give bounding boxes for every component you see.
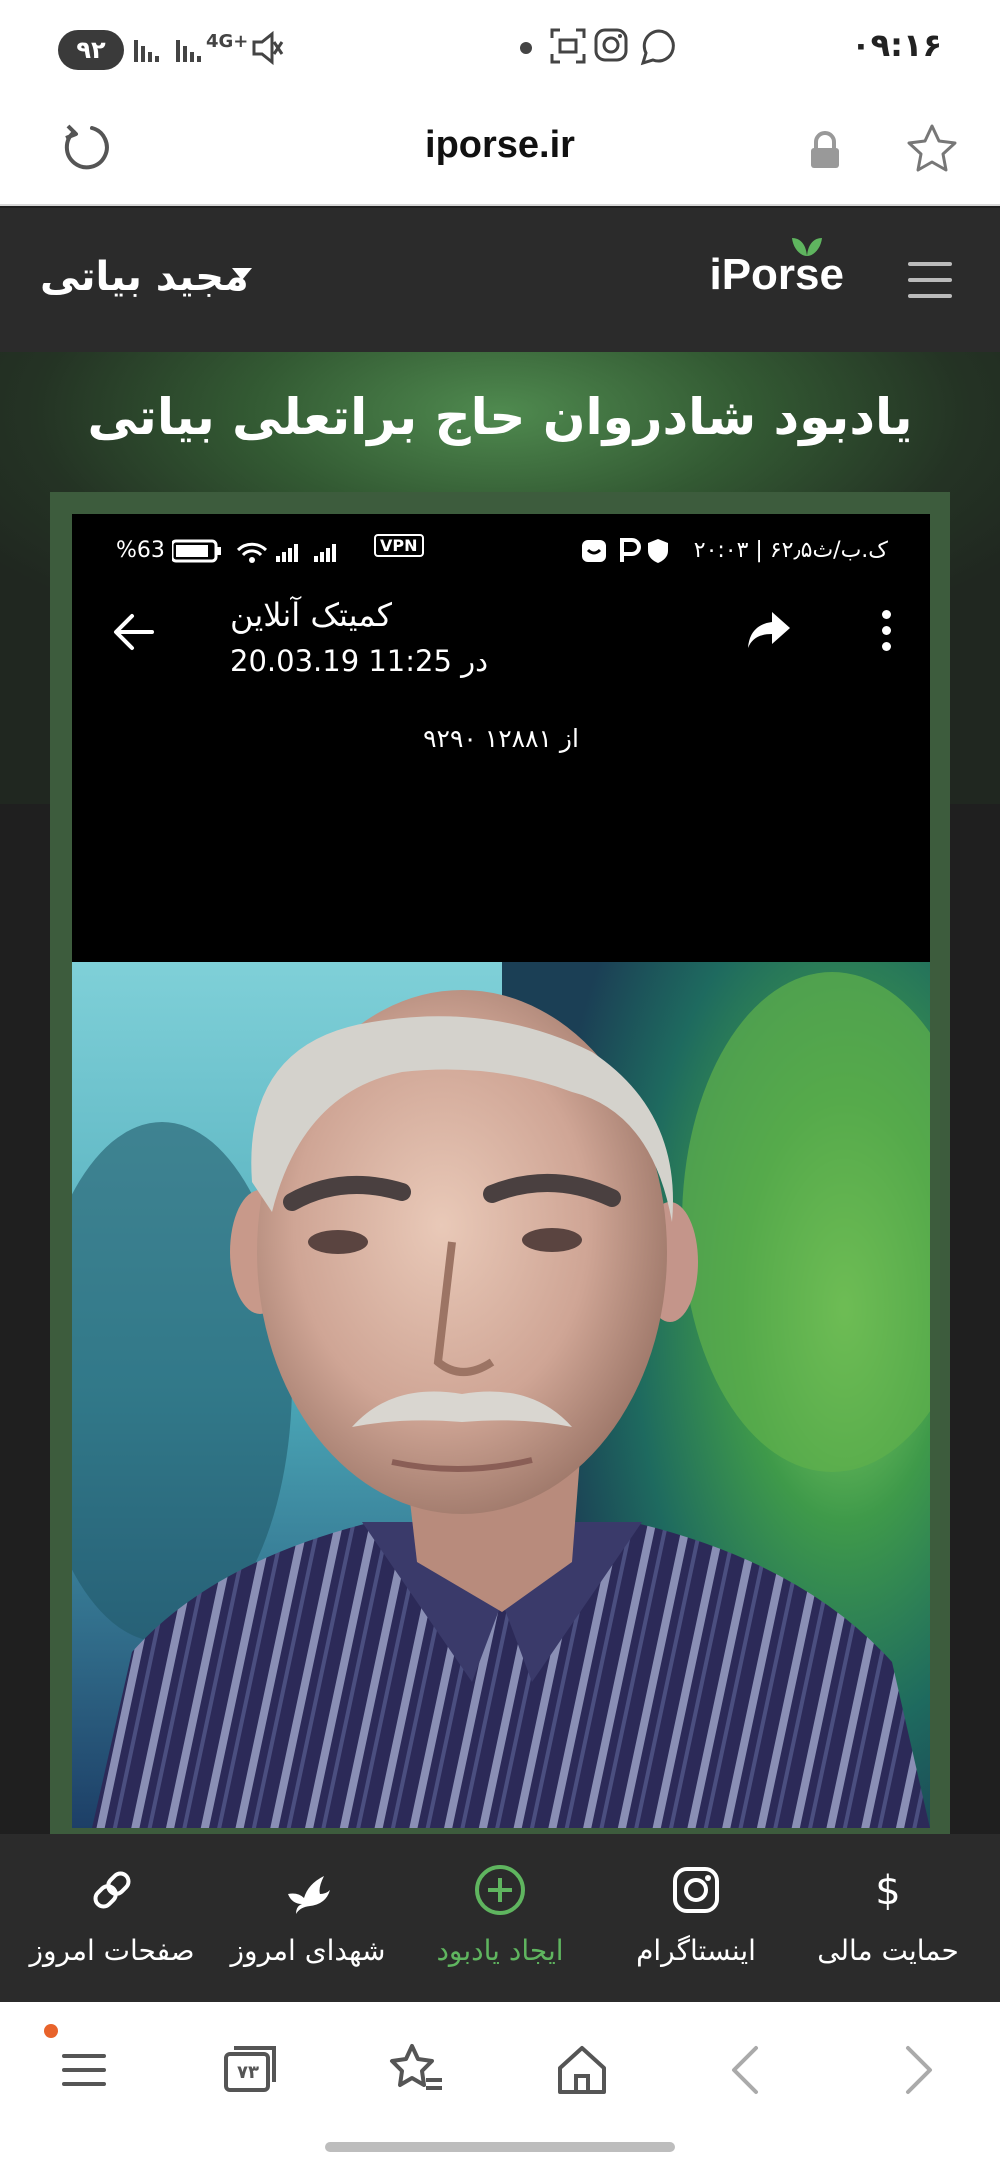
nav-label-martyrs: شهدای امروز <box>230 1934 386 1967</box>
tabs-button[interactable]: ۷۳ <box>220 2040 280 2100</box>
network-type: 4G+ <box>206 31 249 52</box>
nav-label-donate: حمایت مالی <box>817 1934 959 1967</box>
embedded-battery-icon <box>170 536 362 572</box>
portrait-photo <box>72 962 930 1828</box>
nav-instagram[interactable]: اینستاگرام <box>598 1834 794 2002</box>
mute-icon <box>252 28 284 81</box>
nav-pages-today[interactable]: صفحات امروز <box>14 1834 210 2002</box>
embedded-status-bar: %63 VPN ۲۰:۰۳ | ۶۲٫۵ک.ب/ث <box>72 532 930 572</box>
embedded-notification-icons <box>580 536 680 572</box>
site-header: مجید بیاتی iPorse <box>0 208 1000 352</box>
embedded-speed-time: ۲۰:۰۳ | ۶۲٫۵ک.ب/ث <box>693 538 888 563</box>
forward-icon[interactable] <box>886 2040 946 2100</box>
embedded-vpn-badge: VPN <box>374 534 424 557</box>
post-author: کمیتک آنلاین <box>230 596 393 634</box>
browser-menu-icon[interactable] <box>54 2040 114 2100</box>
lock-icon[interactable] <box>808 130 842 170</box>
svg-text:$: $ <box>875 1868 900 1914</box>
instagram-icon <box>670 1864 722 1916</box>
hamburger-menu-icon[interactable] <box>908 262 952 298</box>
tabs-count: ۷۳ <box>237 2062 259 2083</box>
instagram-status-icon <box>594 28 628 75</box>
link-icon <box>86 1864 138 1916</box>
menu-notification-dot <box>44 2024 58 2038</box>
share-icon <box>746 610 792 652</box>
gesture-handle[interactable] <box>325 2142 675 2152</box>
memorial-post-image[interactable]: %63 VPN ۲۰:۰۳ | ۶۲٫۵ک.ب/ث کمیتک آنلاین 2… <box>72 514 930 1828</box>
bookmark-star-icon[interactable] <box>904 122 960 178</box>
more-vertical-icon <box>880 610 892 654</box>
nav-create-memorial[interactable]: ایجاد یادبود <box>402 1834 598 2002</box>
site-logo[interactable]: iPorse <box>709 250 844 300</box>
post-counter: ۹۲۹۰ از ۱۲۸۸۱ <box>423 724 579 753</box>
home-icon[interactable] <box>552 2040 612 2100</box>
phone-status-bar: ۹۲ 4G+ ۰۹:۱۶ <box>0 0 1000 100</box>
url-text[interactable]: iporse.ir <box>0 124 1000 167</box>
nav-label-instagram: اینستاگرام <box>636 1934 756 1967</box>
post-date: 20.03.19 در 11:25 <box>230 644 489 678</box>
back-icon[interactable] <box>718 2040 778 2100</box>
embedded-battery: %63 <box>116 538 165 563</box>
back-arrow-icon <box>112 612 156 652</box>
site-bottom-nav: $ حمایت مالی اینستاگرام ایجاد یادبود شهد… <box>0 1834 1000 2002</box>
browser-address-bar[interactable]: iporse.ir <box>0 100 1000 206</box>
dollar-icon: $ <box>862 1864 914 1916</box>
notification-dot <box>520 42 532 54</box>
clock: ۰۹:۱۶ <box>851 26 942 64</box>
add-circle-icon <box>474 1864 526 1916</box>
dove-icon <box>282 1864 334 1916</box>
nav-martyrs-today[interactable]: شهدای امروز <box>210 1834 406 2002</box>
battery-indicator: ۹۲ <box>58 30 124 70</box>
page-title: یادبود شادروان حاج براتعلی بیاتی <box>87 388 913 446</box>
screenshot-icon <box>550 28 586 77</box>
browser-toolbar: ۷۳ <box>0 2002 1000 2166</box>
chevron-down-icon[interactable] <box>232 268 252 280</box>
nav-label-pages: صفحات امروز <box>29 1934 195 1967</box>
user-menu[interactable]: مجید بیاتی <box>40 254 249 300</box>
nav-label-create: ایجاد یادبود <box>436 1934 564 1967</box>
whatsapp-icon <box>640 28 678 79</box>
nav-donate[interactable]: $ حمایت مالی <box>790 1834 986 2002</box>
bookmarks-list-icon[interactable] <box>386 2040 446 2100</box>
